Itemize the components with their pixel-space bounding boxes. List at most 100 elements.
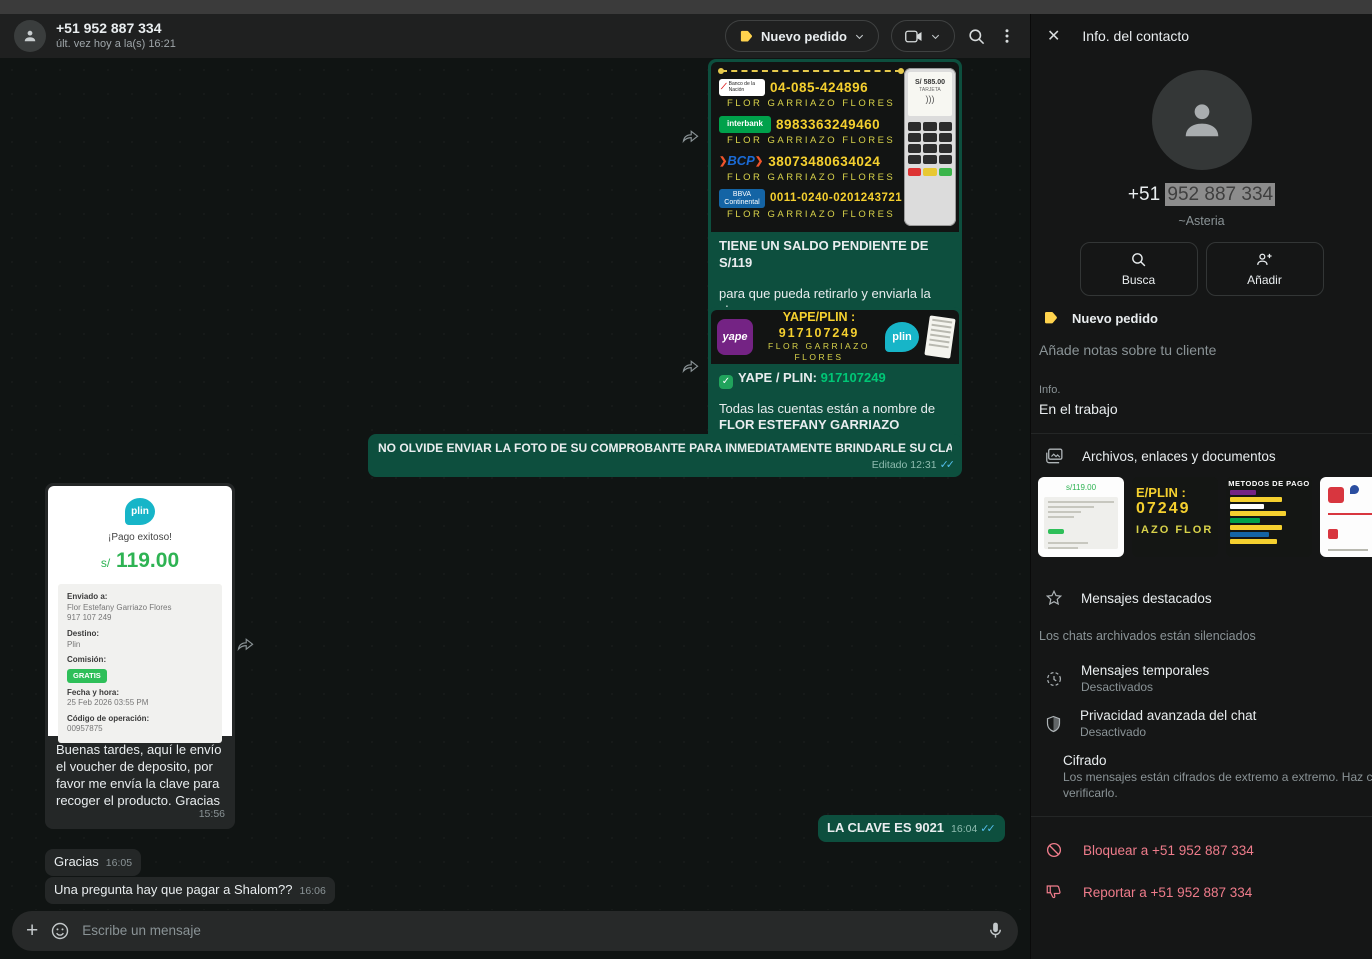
- chat-conversation[interactable]: ⟋Banco de la Nación 04-085-424896 FLOR G…: [0, 58, 1030, 910]
- label-icon: [739, 29, 754, 44]
- forward-icon[interactable]: [682, 358, 699, 373]
- read-ticks-icon: ✓✓: [980, 823, 995, 835]
- pos-keypad: [908, 122, 952, 164]
- thumb-pin: [1350, 485, 1359, 494]
- bcp-chevron: ❯: [755, 155, 763, 168]
- message-input[interactable]: [82, 923, 975, 938]
- thumb-text: IAZO FLOR: [1132, 524, 1218, 536]
- message-text: NO OLVIDE ENVIAR LA FOTO DE SU COMPROBAN…: [378, 441, 952, 457]
- message-key[interactable]: LA CLAVE ES 9021 16:04 ✓✓: [818, 815, 1005, 842]
- panel-header: ✕ Info. del contacto: [1031, 14, 1372, 58]
- payment-methods-thumbnail[interactable]: METODOS DE PAGO: [1226, 477, 1312, 557]
- search-button[interactable]: [967, 27, 986, 46]
- contact-avatar[interactable]: [14, 20, 46, 52]
- thumbs-down-icon: [1045, 883, 1063, 901]
- chat-header-actions: Nuevo pedido: [725, 20, 1016, 52]
- message-reminder[interactable]: NO OLVIDE ENVIAR LA FOTO DE SU COMPROBAN…: [368, 434, 962, 477]
- message-voucher[interactable]: plin ¡Pago exitoso! s/ 119.00 Enviado a:…: [45, 483, 235, 829]
- client-notes-field[interactable]: Añade notas sobre tu cliente: [1031, 326, 1372, 358]
- archived-chats-note: Los chats archivados están silenciados: [1031, 607, 1372, 643]
- add-contact-button[interactable]: Añadir: [1206, 242, 1324, 296]
- panel-body: +51 952 887 334 ~Asteria Busca Añadir Nu…: [1031, 58, 1372, 901]
- thumb-line: [1328, 549, 1368, 551]
- attach-button[interactable]: +: [26, 920, 38, 941]
- block-contact-row[interactable]: Bloquear a +51 952 887 334: [1031, 817, 1372, 859]
- voucher-label: Enviado a:: [67, 592, 213, 602]
- plin-logo: plin: [125, 498, 155, 525]
- about-value: En el trabajo: [1039, 401, 1356, 417]
- advanced-privacy-label: Privacidad avanzada del chat: [1080, 708, 1256, 723]
- chat-title-block[interactable]: +51 952 887 334 últ. vez hoy a la(s) 16:…: [56, 20, 176, 51]
- payment-voucher-image[interactable]: plin ¡Pago exitoso! s/ 119.00 Enviado a:…: [48, 486, 232, 736]
- media-links-docs-label: Archivos, enlaces y documentos: [1082, 449, 1276, 464]
- new-order-label: Nuevo pedido: [761, 29, 847, 44]
- chat-contact-name[interactable]: +51 952 887 334: [56, 20, 176, 38]
- phone-selected-text[interactable]: 952 887 334: [1165, 183, 1275, 206]
- account-number: 38073480634024: [768, 153, 880, 171]
- message-time: 16:06: [300, 885, 326, 899]
- disappearing-messages-value: Desactivados: [1081, 680, 1209, 694]
- payment-methods-image[interactable]: ⟋Banco de la Nación 04-085-424896 FLOR G…: [711, 62, 959, 232]
- encryption-description: verificarlo.: [1063, 786, 1372, 800]
- pos-amount: S/ 585.00: [910, 78, 950, 87]
- mic-button[interactable]: [987, 921, 1004, 940]
- message-question[interactable]: Una pregunta hay que pagar a Shalom?? 16…: [45, 877, 335, 904]
- message-thanks[interactable]: Gracias 16:05: [45, 849, 141, 876]
- contact-avatar-large[interactable]: [1152, 70, 1252, 170]
- pos-screen: S/ 585.00 TARJETA ))): [908, 72, 952, 116]
- report-contact-row[interactable]: Reportar a +51 952 887 334: [1031, 859, 1372, 901]
- plin-logo: plin: [885, 322, 919, 352]
- bcp-chevron: ❯: [719, 155, 727, 168]
- chat-header: +51 952 887 334 últ. vez hoy a la(s) 16:…: [0, 14, 1030, 58]
- yape-plin-number: 917107249: [761, 325, 877, 341]
- advanced-privacy-row[interactable]: Privacidad avanzada del chat Desactivado: [1031, 694, 1372, 739]
- message-bank-accounts[interactable]: ⟋Banco de la Nación 04-085-424896 FLOR G…: [708, 59, 962, 348]
- contact-phone[interactable]: +51 952 887 334: [1031, 184, 1372, 206]
- thumb-receipt-lines: [1044, 497, 1118, 549]
- starred-messages-row[interactable]: Mensajes destacados: [1031, 575, 1372, 607]
- media-links-docs-row[interactable]: Archivos, enlaces y documentos: [1031, 434, 1372, 465]
- encryption-row[interactable]: Cifrado Los mensajes están cifrados de e…: [1031, 739, 1372, 800]
- new-order-button[interactable]: Nuevo pedido: [725, 20, 879, 52]
- voucher-value: 00957875: [67, 724, 213, 735]
- voucher-thumbnail[interactable]: s/119.00: [1038, 477, 1124, 557]
- phone-prefix: +51: [1128, 184, 1166, 205]
- payment-success-text: ¡Pago exitoso!: [58, 531, 222, 544]
- yape-logo: yape: [717, 319, 753, 355]
- read-ticks-icon: ✓✓: [940, 458, 955, 472]
- message-time: 16:05: [106, 857, 132, 871]
- thumb-title: METODOS DE PAGO: [1226, 479, 1312, 488]
- search-chat-button[interactable]: Busca: [1080, 242, 1198, 296]
- close-panel-button[interactable]: ✕: [1047, 26, 1060, 46]
- shipping-thumbnail[interactable]: [1320, 477, 1372, 557]
- yape-plin-image[interactable]: yape YAPE/PLIN : 917107249 FLOR GARRIAZO…: [711, 310, 959, 364]
- close-icon: ✕: [1047, 26, 1060, 46]
- message-input-bar[interactable]: +: [12, 911, 1018, 951]
- menu-button[interactable]: [998, 27, 1016, 45]
- message-text: LA CLAVE ES 9021: [827, 820, 944, 837]
- forward-icon[interactable]: [682, 128, 699, 143]
- plus-icon: +: [26, 920, 38, 941]
- currency-symbol: s/: [101, 556, 110, 570]
- block-icon: [1045, 841, 1063, 859]
- composer-bar: +: [0, 910, 1030, 959]
- forward-icon[interactable]: [237, 636, 254, 651]
- bank-name: interbank: [727, 119, 763, 129]
- yape-plin-text: YAPE/PLIN : 917107249 FLOR GARRIAZO FLOR…: [761, 310, 877, 364]
- order-label-row[interactable]: Nuevo pedido: [1031, 296, 1372, 326]
- add-contact-label: Añadir: [1247, 273, 1282, 287]
- thumb-line: [1328, 513, 1372, 515]
- banco-nacion-logo: ⟋Banco de la Nación: [719, 79, 765, 96]
- voucher-label: Destino:: [67, 629, 213, 639]
- emoji-button[interactable]: [50, 921, 70, 941]
- contactless-icon: ))): [910, 94, 950, 106]
- disappearing-messages-row[interactable]: Mensajes temporales Desactivados: [1031, 649, 1372, 694]
- panel-title: Info. del contacto: [1082, 28, 1189, 44]
- thumb-red-box: [1328, 487, 1344, 503]
- starred-messages-label: Mensajes destacados: [1081, 591, 1212, 606]
- pos-function-keys: [908, 168, 952, 176]
- yape-plin-thumbnail[interactable]: E/PLIN : 07249 IAZO FLOR: [1132, 477, 1218, 557]
- account-number: 8983363249460: [776, 116, 880, 134]
- video-call-button[interactable]: [891, 20, 955, 52]
- disappearing-messages-label: Mensajes temporales: [1081, 663, 1209, 678]
